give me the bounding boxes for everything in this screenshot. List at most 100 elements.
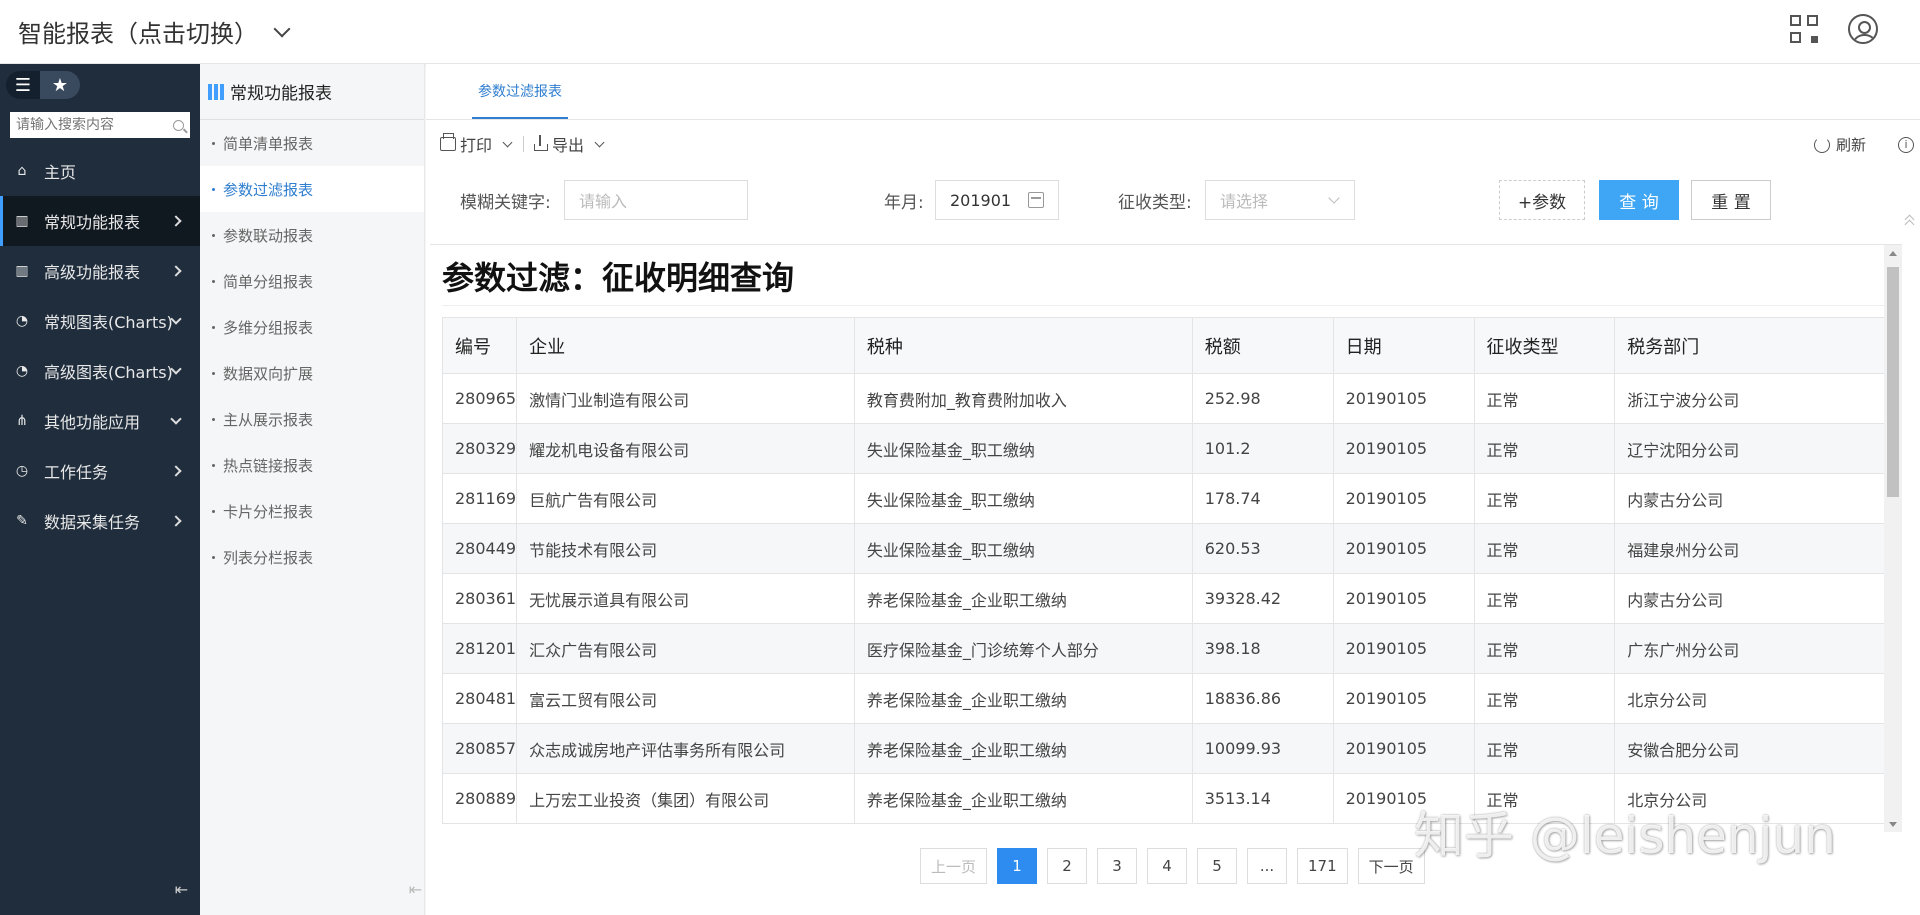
add-param-button[interactable]: +参数 — [1499, 180, 1585, 220]
page-ellipsis[interactable]: ... — [1247, 848, 1288, 884]
column-header[interactable]: 企业 — [516, 317, 855, 374]
column-header[interactable]: 税额 — [1191, 317, 1334, 374]
submenu-title: 常规功能报表 — [230, 84, 332, 104]
vertical-scrollbar[interactable] — [1884, 245, 1902, 832]
column-header[interactable]: 编号 — [441, 317, 518, 374]
query-button[interactable]: 查 询 — [1599, 180, 1679, 220]
calendar-icon[interactable] — [1028, 192, 1044, 208]
submenu-item-label: 参数联动报表 — [223, 226, 314, 245]
print-button[interactable]: 打印 — [440, 132, 513, 156]
table-cell: 3513.14 — [1191, 773, 1334, 824]
user-icon[interactable] — [1848, 14, 1878, 44]
submenu-item[interactable]: 简单分组报表 — [200, 258, 424, 304]
tab-bar: 参数过滤报表 — [426, 64, 1920, 120]
sidebar-item-label: 常规功能报表 — [44, 213, 141, 232]
report-icon: ▥ — [15, 263, 29, 279]
page-button[interactable]: 5 — [1197, 848, 1238, 884]
keyword-input[interactable]: 请输入 — [564, 180, 748, 220]
report-area: 参数过滤：征收明细查询 编号 企业 税种 税额 日期 征收类型 税务部门 280965 激情门… — [430, 244, 1902, 832]
sidebar-item-label: 其他功能应用 — [44, 413, 141, 432]
page-button[interactable]: 1 — [997, 848, 1038, 884]
sidebar-search-input[interactable] — [16, 117, 173, 133]
chart-icon: ◔ — [15, 363, 29, 379]
month-input[interactable]: 201901 — [935, 180, 1059, 220]
submenu-item[interactable]: 主从展示报表 — [200, 396, 424, 442]
submenu-item[interactable]: 多维分组报表 — [200, 304, 424, 350]
table-cell: 280361 — [441, 573, 518, 624]
table-cell: 281201 — [441, 623, 518, 674]
tab-param-filter-report[interactable]: 参数过滤报表 — [472, 81, 568, 119]
table-cell: 耀龙机电设备有限公司 — [516, 423, 855, 474]
table-row[interactable]: 280965 激情门业制造有限公司 教育费附加_教育费附加收入 252.98 20190… — [441, 373, 1902, 424]
toolbar: 打印 导出 刷新 i — [426, 120, 1920, 168]
bullet-icon — [212, 371, 215, 375]
menu-icon[interactable]: ☰ — [6, 71, 40, 99]
table-row[interactable]: 281169 巨航广告有限公司 失业保险基金_职工缴纳 178.74 20190105 正… — [441, 473, 1902, 524]
sidebar-item[interactable]: ◷ 工作任务 — [0, 446, 200, 496]
column-header[interactable]: 日期 — [1332, 317, 1475, 374]
app-title[interactable]: 智能报表（点击切换） — [18, 14, 258, 49]
table-cell: 280965 — [441, 373, 518, 424]
table-cell: 20190105 — [1332, 573, 1475, 624]
submenu-item[interactable]: 热点链接报表 — [200, 442, 424, 488]
scroll-down-icon[interactable] — [1889, 822, 1897, 827]
submenu-item[interactable]: 简单清单报表 — [200, 120, 424, 166]
top-bar: 智能报表（点击切换） — [0, 0, 1920, 64]
reset-button[interactable]: 重 置 — [1691, 180, 1771, 220]
search-icon[interactable] — [173, 119, 184, 131]
bullet-icon — [212, 141, 215, 145]
sidebar-item[interactable]: ◔ 常规图表(Charts) — [0, 296, 200, 346]
bullet-icon — [212, 555, 215, 559]
sidebar-item[interactable]: ✎ 数据采集任务 — [0, 496, 200, 546]
sidebar-item-label: 高级图表(Charts) — [44, 363, 173, 382]
star-icon[interactable]: ★ — [40, 71, 80, 99]
submenu-item[interactable]: 参数联动报表 — [200, 212, 424, 258]
column-header[interactable]: 征收类型 — [1473, 317, 1616, 374]
prev-page-button[interactable]: 上一页 — [920, 848, 988, 884]
type-select[interactable]: 请选择 — [1205, 180, 1355, 220]
table-cell: 巨航广告有限公司 — [516, 473, 855, 524]
sidebar-item[interactable]: ⋔ 其他功能应用 — [0, 396, 200, 446]
table-row[interactable]: 281201 汇众广告有限公司 医疗保险基金_门诊统筹个人部分 398.18 20190… — [441, 623, 1902, 674]
sidebar-item-label: 工作任务 — [44, 463, 109, 482]
table-cell: 养老保险基金_企业职工缴纳 — [853, 773, 1193, 824]
column-header[interactable]: 税种 — [853, 317, 1193, 374]
submenu-item[interactable]: 参数过滤报表 — [200, 166, 424, 212]
export-button[interactable]: 导出 — [534, 132, 605, 156]
table-row[interactable]: 280449 节能技术有限公司 失业保险基金_职工缴纳 620.53 20190105 正… — [441, 523, 1902, 574]
scroll-up-icon[interactable] — [1889, 251, 1897, 256]
page-button[interactable]: 3 — [1097, 848, 1138, 884]
page-button[interactable]: 171 — [1297, 848, 1348, 884]
column-header[interactable]: 税务部门 — [1614, 317, 1902, 374]
info-icon[interactable]: i — [1898, 136, 1914, 153]
chevron-down-icon — [502, 137, 513, 147]
submenu-item-label: 简单清单报表 — [223, 134, 314, 153]
sidebar-item[interactable]: ⌂ 主页 — [0, 146, 200, 196]
table-row[interactable]: 280361 无忧展示道具有限公司 养老保险基金_企业职工缴纳 39328.42 201… — [441, 573, 1902, 624]
submenu-item[interactable]: 数据双向扩展 — [200, 350, 424, 396]
submenu-item[interactable]: 列表分栏报表 — [200, 534, 424, 580]
scrollbar-thumb[interactable] — [1887, 267, 1899, 497]
qrcode-icon[interactable] — [1790, 15, 1818, 43]
table-row[interactable]: 280329 耀龙机电设备有限公司 失业保险基金_职工缴纳 101.2 20190105… — [441, 423, 1902, 474]
collapse-filters-icon[interactable] — [1904, 214, 1915, 230]
table-cell: 280889 — [441, 773, 518, 824]
printer-icon — [440, 133, 456, 151]
page-button[interactable]: 4 — [1147, 848, 1188, 884]
collapse-submenu-icon[interactable]: ⇤ — [409, 880, 422, 899]
table-row[interactable]: 280857 众志成诚房地产评估事务所有限公司 养老保险基金_企业职工缴纳 10099… — [441, 723, 1902, 774]
page-button[interactable]: 2 — [1047, 848, 1088, 884]
collapse-sidebar-icon[interactable]: ⇤ — [175, 880, 188, 899]
refresh-icon[interactable] — [1813, 136, 1830, 153]
table-row[interactable]: 280481 富云工贸有限公司 养老保险基金_企业职工缴纳 18836.86 20190… — [441, 673, 1902, 724]
refresh-button[interactable]: 刷新 — [1836, 134, 1866, 155]
table-cell: 281169 — [441, 473, 518, 524]
table-cell: 养老保险基金_企业职工缴纳 — [853, 573, 1193, 624]
sidebar-item[interactable]: ▥ 高级功能报表 — [0, 246, 200, 296]
sidebar-item[interactable]: ▥ 常规功能报表 — [0, 196, 200, 246]
books-icon — [208, 83, 224, 100]
chevron-down-icon[interactable] — [273, 20, 291, 37]
report-table: 编号 企业 税种 税额 日期 征收类型 税务部门 280965 激情门业制造有限公司 教育费附加… — [441, 317, 1902, 824]
submenu-item[interactable]: 卡片分栏报表 — [200, 488, 424, 534]
sidebar-item[interactable]: ◔ 高级图表(Charts) — [0, 346, 200, 396]
